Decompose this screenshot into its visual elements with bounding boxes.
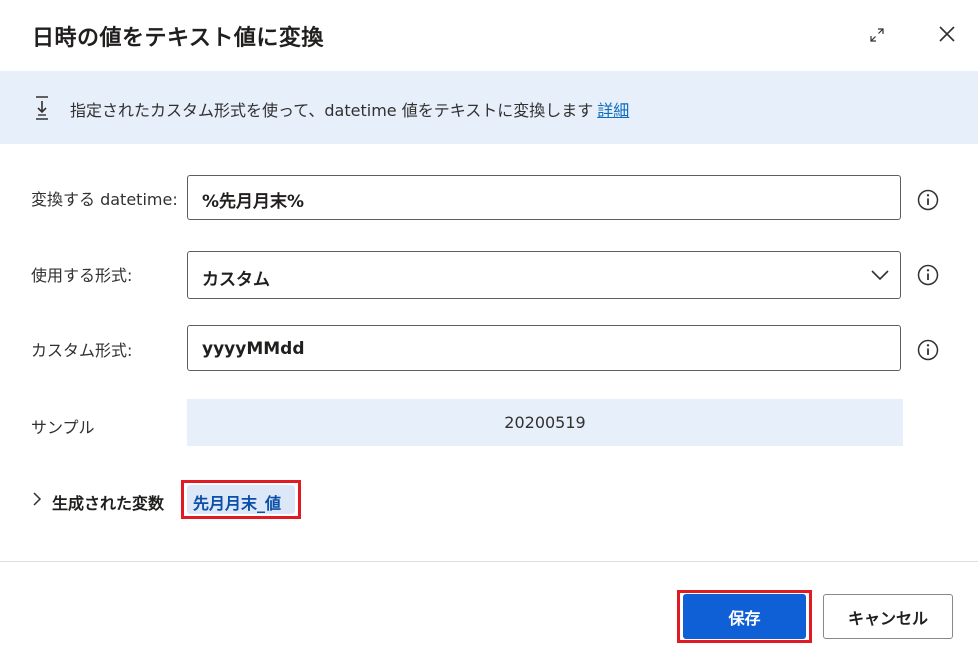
variable-name: 先月月末_値	[193, 494, 282, 513]
sample-preview: 20200519	[187, 399, 903, 446]
chevron-right-icon[interactable]	[32, 491, 42, 507]
banner-text: 指定されたカスタム形式を使って、datetime 値をテキストに変換します	[70, 101, 594, 120]
details-link[interactable]: 詳細	[597, 101, 629, 120]
close-icon[interactable]	[932, 19, 962, 49]
datetime-input-value: %先月月末%	[202, 192, 305, 212]
info-icon[interactable]	[917, 339, 939, 361]
custom-format-input[interactable]: yyyyMMdd	[187, 325, 901, 371]
convert-action-icon	[36, 96, 48, 120]
sample-label: サンプル	[31, 418, 95, 437]
save-button[interactable]: 保存	[683, 594, 806, 639]
datetime-input[interactable]: %先月月末%	[187, 175, 901, 220]
banner-description: 指定されたカスタム形式を使って、datetime 値をテキストに変換します 詳細	[70, 97, 629, 121]
footer-divider	[0, 561, 978, 562]
expand-icon[interactable]	[862, 20, 892, 50]
info-icon[interactable]	[917, 264, 939, 286]
format-select-value: カスタム	[202, 270, 270, 290]
dialog-title: 日時の値をテキスト値に変換	[32, 26, 324, 51]
custom-format-label: カスタム形式:	[31, 341, 133, 360]
info-icon[interactable]	[917, 189, 939, 211]
datetime-label: 変換する datetime:	[31, 190, 178, 209]
custom-format-input-value: yyyyMMdd	[202, 339, 305, 359]
variable-chip[interactable]: 先月月末_値	[187, 485, 295, 514]
sample-value: 20200519	[504, 413, 586, 432]
cancel-button[interactable]: キャンセル	[823, 594, 953, 639]
convert-datetime-dialog: 日時の値をテキスト値に変換 指定されたカスタム形式を使って、datetime 値…	[0, 0, 978, 663]
generated-variables-toggle[interactable]: 生成された変数	[52, 490, 164, 514]
format-label: 使用する形式:	[31, 266, 133, 285]
chevron-down-icon	[871, 270, 889, 281]
format-select[interactable]: カスタム	[187, 251, 901, 299]
